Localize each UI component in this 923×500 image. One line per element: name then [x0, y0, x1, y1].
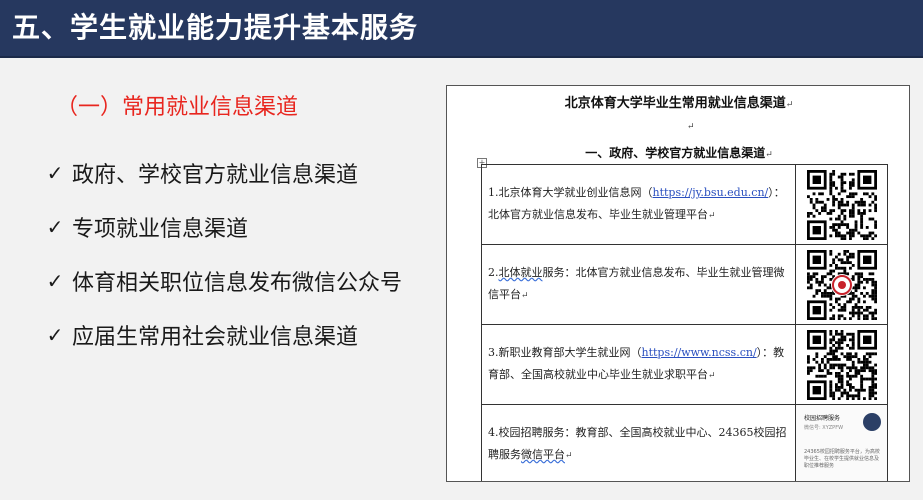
bullet-item: ✓ 应届生常用社会就业信息渠道: [44, 308, 402, 362]
bullet-item: ✓ 体育相关职位信息发布微信公众号: [44, 254, 402, 308]
bullet-text: 体育相关职位信息发布微信公众号: [72, 271, 403, 296]
paragraph-mark-icon: ↵: [687, 122, 695, 132]
qr-code-icon: [806, 169, 877, 240]
channel-link[interactable]: https://www.ncss.cn/: [642, 346, 757, 359]
account-logo-icon: [863, 413, 881, 431]
channel-description: 4.校园招聘服务：教育部、全国高校就业中心、24365校园招聘服务微信平台↵: [481, 404, 796, 481]
bullet-text: 专项就业信息渠道: [72, 217, 249, 242]
channel-table: 1.北京体育大学就业创业信息网（https://jy.bsu.edu.cn/）：…: [481, 164, 888, 481]
channel-description: 2.北体就业服务：北体官方就业信息发布、毕业生就业管理微信平台↵: [481, 244, 796, 325]
table-row: 2.北体就业服务：北体官方就业信息发布、毕业生就业管理微信平台↵: [481, 244, 888, 325]
slide-title: 五、学生就业能力提升基本服务: [12, 11, 419, 44]
bullet-text: 政府、学校官方就业信息渠道: [72, 163, 359, 188]
qr-cell: [795, 244, 888, 325]
qr-code-logo-icon: [806, 249, 877, 320]
document-subtitle: 一、政府、学校官方就业信息渠道↵: [585, 146, 773, 160]
paragraph-mark-icon: ↵: [785, 100, 794, 110]
channel-description: 3.新职业教育部大学生就业网（https://www.ncss.cn/）：教育部…: [481, 324, 796, 405]
channel-description: 1.北京体育大学就业创业信息网（https://jy.bsu.edu.cn/）：…: [481, 164, 796, 245]
document-screenshot: 北京体育大学毕业生常用就业信息渠道↵ ↵ 一、政府、学校官方就业信息渠道↵ + …: [446, 85, 910, 482]
bullet-item: ✓ 政府、学校官方就业信息渠道: [44, 146, 402, 200]
section-heading: （一）常用就业信息渠道: [56, 95, 299, 120]
document-title: 北京体育大学毕业生常用就业信息渠道↵: [564, 96, 794, 111]
wechat-account-card: 校园招聘服务 微信号: XYZPFW 24365校园招聘服务平台，为高校毕业生、…: [795, 404, 888, 481]
check-icon: ✓: [46, 215, 64, 239]
check-icon: ✓: [46, 161, 64, 185]
table-row: 3.新职业教育部大学生就业网（https://www.ncss.cn/）：教育部…: [481, 324, 888, 405]
title-bar: 五、学生就业能力提升基本服务: [0, 0, 923, 58]
channel-link[interactable]: https://jy.bsu.edu.cn/: [653, 186, 769, 199]
bullet-list: ✓ 政府、学校官方就业信息渠道 ✓ 专项就业信息渠道 ✓ 体育相关职位信息发布微…: [44, 146, 402, 362]
qr-cell: [795, 164, 888, 245]
bullet-item: ✓ 专项就业信息渠道: [44, 200, 402, 254]
check-icon: ✓: [46, 323, 64, 347]
table-row: 1.北京体育大学就业创业信息网（https://jy.bsu.edu.cn/）：…: [481, 164, 888, 245]
qr-code-icon: [806, 329, 877, 400]
table-row: 4.校园招聘服务：教育部、全国高校就业中心、24365校园招聘服务微信平台↵ 校…: [481, 404, 888, 481]
qr-cell: [795, 324, 888, 405]
account-description: 24365校园招聘服务平台，为高校毕业生、在校学生提供就业信息及职位推荐服务: [804, 449, 880, 469]
bullet-text: 应届生常用社会就业信息渠道: [72, 325, 359, 350]
paragraph-mark-icon: ↵: [765, 150, 773, 160]
check-icon: ✓: [46, 269, 64, 293]
